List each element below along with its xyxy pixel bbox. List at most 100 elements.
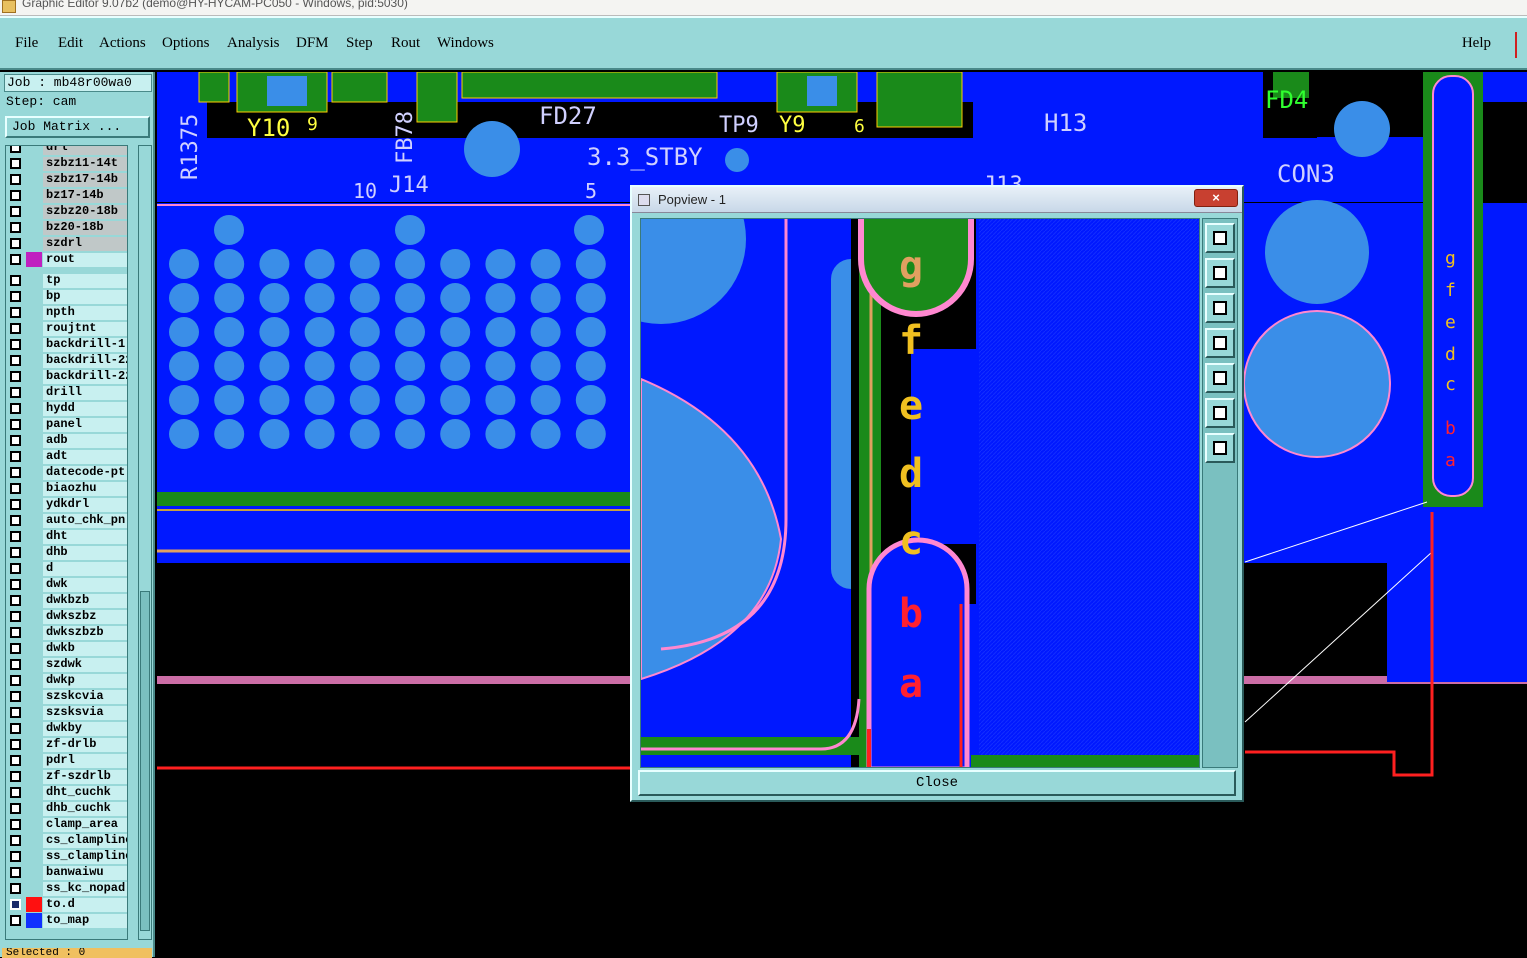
layer-checkbox[interactable]	[10, 915, 21, 926]
layer-name[interactable]: dhb_cuchk	[43, 802, 127, 816]
layer-row[interactable]: npth	[6, 305, 127, 320]
layer-row[interactable]: dwk	[6, 577, 127, 592]
layer-checkbox[interactable]	[10, 579, 21, 590]
menu-help[interactable]: Help	[1462, 35, 1491, 52]
layer-name[interactable]: tp	[43, 274, 127, 288]
layer-row[interactable]: bz20-18b	[6, 220, 127, 235]
layer-name[interactable]: bz20-18b	[43, 221, 127, 235]
layer-checkbox[interactable]	[10, 146, 21, 153]
layer-name[interactable]: drill	[43, 386, 127, 400]
layer-name[interactable]: dwkp	[43, 674, 127, 688]
layer-name[interactable]: dwkby	[43, 722, 127, 736]
layer-color-swatch[interactable]	[26, 897, 42, 912]
layer-checkbox[interactable]	[10, 339, 21, 350]
layer-checkbox[interactable]	[10, 254, 21, 265]
layer-checkbox[interactable]	[10, 819, 21, 830]
layer-checkbox[interactable]	[10, 174, 21, 185]
layer-row[interactable]: cs_clampline	[6, 833, 127, 848]
layer-name[interactable]: ss_kc_nopad	[43, 882, 127, 896]
layer-checkbox[interactable]	[10, 158, 21, 169]
layer-row[interactable]: dwkszbzb	[6, 625, 127, 640]
layer-checkbox[interactable]	[10, 659, 21, 670]
layer-checkbox[interactable]	[10, 371, 21, 382]
menu-file[interactable]: File	[15, 35, 38, 52]
layer-row[interactable]: szdrl	[6, 236, 127, 251]
menu-options[interactable]: Options	[162, 35, 210, 52]
layer-checkbox[interactable]	[10, 803, 21, 814]
layer-name[interactable]: szbz20-18b	[43, 205, 127, 219]
layer-checkbox[interactable]	[10, 323, 21, 334]
scroll-thumb[interactable]	[140, 591, 150, 931]
layer-checkbox[interactable]	[10, 755, 21, 766]
layer-name[interactable]: ss_clampline	[43, 850, 127, 864]
layer-checkbox[interactable]	[10, 515, 21, 526]
layer-row[interactable]: drill	[6, 385, 127, 400]
layer-row[interactable]: dwkb	[6, 641, 127, 656]
menu-rout[interactable]: Rout	[391, 35, 420, 52]
layer-checkbox[interactable]	[10, 675, 21, 686]
layer-checkbox[interactable]	[10, 643, 21, 654]
layer-checkbox[interactable]	[10, 771, 21, 782]
layer-name[interactable]: ydkdrl	[43, 498, 127, 512]
close-button[interactable]: Close	[638, 770, 1236, 796]
layer-name[interactable]: backdrill-1-	[43, 338, 127, 352]
layer-checkbox[interactable]	[10, 275, 21, 286]
layer-row[interactable]: szsksvia	[6, 705, 127, 720]
layer-checkbox[interactable]	[10, 222, 21, 233]
layer-name[interactable]: auto_chk_pn	[43, 514, 127, 528]
layer-checkbox[interactable]	[10, 835, 21, 846]
layer-name[interactable]: to_map	[43, 914, 127, 928]
layer-name[interactable]: szbz11-14t	[43, 157, 127, 171]
layer-name[interactable]: banwaiwu	[43, 866, 127, 880]
menu-step[interactable]: Step	[346, 35, 373, 52]
layer-row[interactable]: panel	[6, 417, 127, 432]
layer-row[interactable]: backdrill-22	[6, 353, 127, 368]
layer-name[interactable]: drl	[43, 146, 127, 155]
layer-checkbox[interactable]	[10, 483, 21, 494]
layer-name[interactable]: szsksvia	[43, 706, 127, 720]
layer-row[interactable]: dht_cuchk	[6, 785, 127, 800]
layer-checkbox[interactable]	[10, 787, 21, 798]
layer-name[interactable]: dwk	[43, 578, 127, 592]
layer-name[interactable]: dhb	[43, 546, 127, 560]
layer-row[interactable]: dwkszbz	[6, 609, 127, 624]
layer-checkbox[interactable]	[10, 739, 21, 750]
layer-checkbox[interactable]	[10, 291, 21, 302]
layer-checkbox[interactable]	[10, 387, 21, 398]
layer-row[interactable]: dwkby	[6, 721, 127, 736]
layer-checkbox[interactable]	[10, 595, 21, 606]
layer-row[interactable]: datecode-pt	[6, 465, 127, 480]
layer-row[interactable]: backdrill-22	[6, 369, 127, 384]
layer-name[interactable]: dht	[43, 530, 127, 544]
menu-dfm[interactable]: DFM	[296, 35, 329, 52]
layer-checkbox[interactable]	[10, 403, 21, 414]
layer-name[interactable]: szbz17-14b	[43, 173, 127, 187]
layer-row[interactable]: d	[6, 561, 127, 576]
layer-checkbox[interactable]	[10, 563, 21, 574]
layer-name[interactable]: zf-drlb	[43, 738, 127, 752]
layer-row[interactable]: clamp_area	[6, 817, 127, 832]
layer-name[interactable]: pdrl	[43, 754, 127, 768]
layer-name[interactable]: zf-szdrlb	[43, 770, 127, 784]
layer-row[interactable]: biaozhu	[6, 481, 127, 496]
layer-checkbox[interactable]	[10, 883, 21, 894]
layer-row[interactable]: szdwk	[6, 657, 127, 672]
layer-name[interactable]: szdwk	[43, 658, 127, 672]
layer-row[interactable]: tp	[6, 273, 127, 288]
layer-checkbox[interactable]	[10, 355, 21, 366]
layer-name[interactable]: bp	[43, 290, 127, 304]
layer-name[interactable]: to.d	[43, 898, 127, 912]
layer-name[interactable]: dwkszbz	[43, 610, 127, 624]
layer-row[interactable]: szbz11-14t	[6, 156, 127, 171]
layer-checkbox[interactable]	[10, 190, 21, 201]
pan-right-tool[interactable]	[1205, 363, 1235, 393]
layer-name[interactable]: dwkb	[43, 642, 127, 656]
layer-row[interactable]: hydd	[6, 401, 127, 416]
layer-row[interactable]: backdrill-1-	[6, 337, 127, 352]
hamburger-icon[interactable]	[1515, 32, 1527, 58]
layer-name[interactable]: panel	[43, 418, 127, 432]
layer-scrollbar[interactable]	[138, 145, 152, 940]
layer-color-swatch[interactable]	[26, 252, 42, 267]
layer-name[interactable]: dwkbzb	[43, 594, 127, 608]
layer-row[interactable]: ydkdrl	[6, 497, 127, 512]
